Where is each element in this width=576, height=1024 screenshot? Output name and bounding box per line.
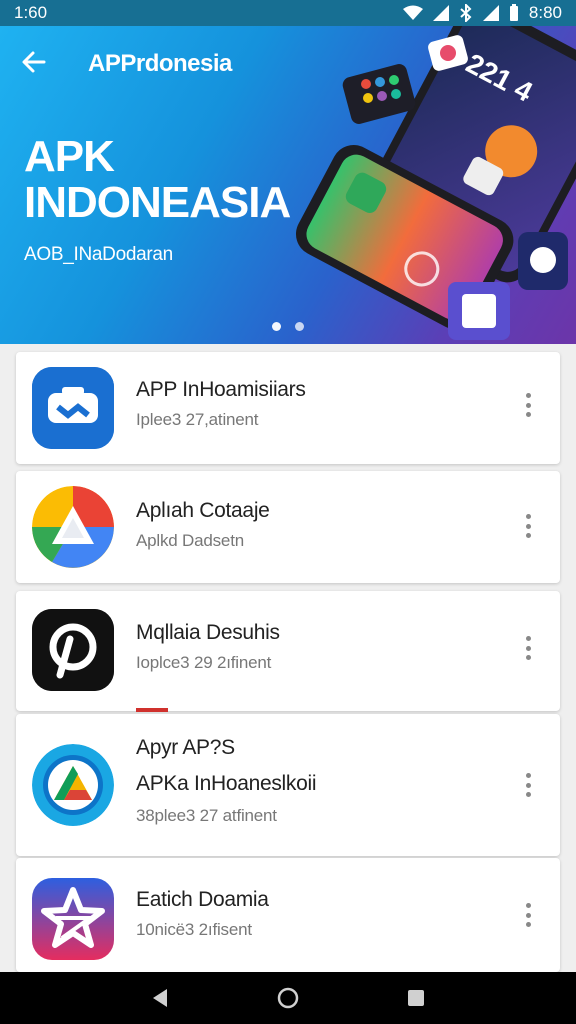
more-vert-icon[interactable] xyxy=(516,633,540,663)
status-icons: 8:80 xyxy=(402,3,562,23)
list-item[interactable]: Eatich Doamia 10nicë3 2ıfisent xyxy=(16,858,560,972)
signal-icon xyxy=(432,5,449,21)
battery-icon xyxy=(509,4,518,21)
status-bar: 1:60 8:80 xyxy=(0,0,576,26)
hero-title-line2: INDONEASIA xyxy=(24,178,291,227)
hero-title-line1: APK xyxy=(24,132,115,181)
bluetooth-icon xyxy=(460,4,472,22)
list-item[interactable]: Aplıah Cotaaje Aplkd Dadsetn xyxy=(16,471,560,583)
drive-triangle-icon xyxy=(32,486,114,568)
app-name: Mqllaia Desuhis xyxy=(136,621,280,644)
app-meta: Ioplce3 29 2ıfinent xyxy=(136,653,272,672)
navigation-bar xyxy=(0,972,576,1024)
carousel-dots[interactable] xyxy=(272,322,304,331)
carousel-dot-active[interactable] xyxy=(272,322,281,331)
more-vert-icon[interactable] xyxy=(516,390,540,420)
pinterest-p-icon xyxy=(32,609,114,691)
star-icon xyxy=(32,878,114,960)
vr-headset-icon xyxy=(32,367,114,449)
back-triangle-icon[interactable] xyxy=(140,978,180,1018)
hero-banner[interactable]: 221 4 APPrdonesia APK INDONEASIA AOB_INa… xyxy=(0,26,576,344)
home-circle-icon[interactable] xyxy=(268,978,308,1018)
app-name: Aplıah Cotaaje xyxy=(136,499,270,522)
drive-circle-icon xyxy=(32,744,114,826)
app-meta: Aplkd Dadsetn xyxy=(136,531,244,550)
status-time: 1:60 xyxy=(14,3,48,22)
app-list[interactable]: APP InHoamisiiars Iplee3 27,atinent Aplı… xyxy=(0,344,576,972)
app-name: Eatich Doamia xyxy=(136,888,269,911)
more-vert-icon[interactable] xyxy=(516,900,540,930)
carousel-dot[interactable] xyxy=(295,322,304,331)
phone-illustration: 221 4 xyxy=(295,26,576,340)
status-time-right: 8:80 xyxy=(528,3,562,22)
app-meta: 10nicë3 2ıfisent xyxy=(136,920,252,939)
list-item[interactable]: Apyr AP?S APKa InHoaneslkoii 38plee3 27 … xyxy=(16,714,560,856)
list-item[interactable]: APP InHoamisiiars Iplee3 27,atinent xyxy=(16,352,560,464)
app-meta: Iplee3 27,atinent xyxy=(136,410,259,429)
signal-icon-2 xyxy=(482,5,499,21)
hero-subtitle: AOB_INaDodaran xyxy=(24,244,173,265)
recents-square-icon[interactable] xyxy=(396,978,436,1018)
arrow-left-icon[interactable] xyxy=(20,48,48,76)
more-vert-icon[interactable] xyxy=(516,511,540,541)
hero-title: APK INDONEASIA xyxy=(24,132,291,227)
list-item[interactable]: Mqllaia Desuhis Ioplce3 29 2ıfinent xyxy=(16,591,560,711)
progress-indicator xyxy=(136,708,168,712)
app-name-secondary: APKa InHoaneslkoii xyxy=(136,772,317,795)
wifi-icon xyxy=(402,5,423,20)
app-meta: 38plee3 27 atfinent xyxy=(136,806,277,825)
app-name: APP InHoamisiiars xyxy=(136,378,306,401)
more-vert-icon[interactable] xyxy=(516,770,540,800)
app-name: Apyr AP?S xyxy=(136,736,235,759)
header-title: APPrdonesia xyxy=(88,50,232,77)
